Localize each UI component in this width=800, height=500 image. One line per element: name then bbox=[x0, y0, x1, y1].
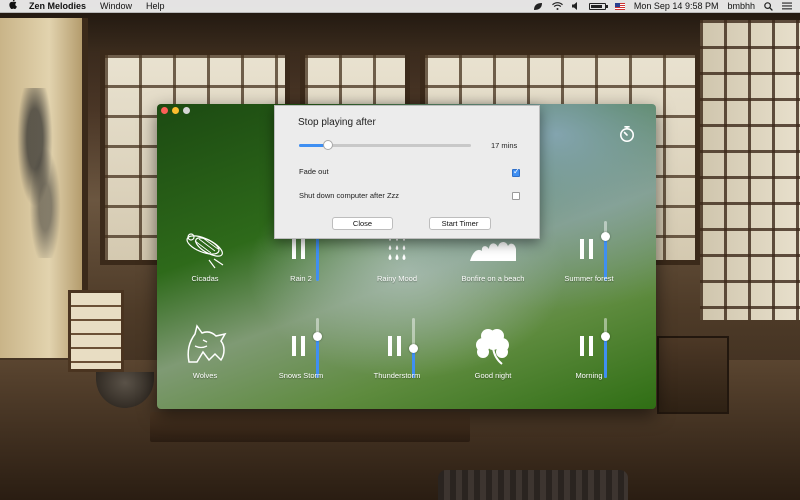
sound-tile-cicadas[interactable]: Cicadas bbox=[157, 221, 253, 299]
wallpaper-table bbox=[150, 412, 470, 442]
timer-duration-slider[interactable] bbox=[299, 140, 471, 150]
pause-icon[interactable] bbox=[388, 336, 402, 356]
clover-icon bbox=[476, 329, 509, 365]
volume-slider[interactable] bbox=[601, 221, 610, 281]
sound-label: Bonfire on a beach bbox=[461, 274, 525, 283]
window-controls bbox=[161, 107, 190, 114]
notification-center-icon[interactable] bbox=[782, 2, 792, 10]
sound-tile-snows-storm[interactable]: Snows Storm bbox=[253, 318, 349, 396]
pause-icon[interactable] bbox=[580, 336, 594, 356]
zoom-window-button[interactable] bbox=[183, 107, 190, 114]
us-flag-input-icon[interactable] bbox=[614, 2, 625, 10]
sound-label: Snows Storm bbox=[278, 371, 324, 380]
fade-out-checkbox[interactable] bbox=[512, 167, 520, 177]
sound-tile-thunderstorm[interactable]: Thunderstorm bbox=[349, 318, 445, 396]
sound-label: Rain 2 bbox=[290, 274, 312, 283]
minimize-window-button[interactable] bbox=[172, 107, 179, 114]
start-timer-button[interactable]: Start Timer bbox=[429, 217, 491, 230]
menu-user[interactable]: bmbhh bbox=[727, 0, 755, 13]
menu-bar: Zen Melodies Window Help Mon Sep 14 9:58… bbox=[0, 0, 800, 13]
battery-icon[interactable] bbox=[588, 2, 608, 10]
apple-menu-icon[interactable] bbox=[9, 0, 21, 13]
popover-title: Stop playing after bbox=[298, 117, 376, 128]
pause-icon[interactable] bbox=[292, 336, 306, 356]
wolf-icon bbox=[187, 324, 227, 363]
sound-tile-good-night[interactable]: Good night bbox=[445, 318, 541, 396]
menu-clock[interactable]: Mon Sep 14 9:58 PM bbox=[634, 0, 719, 13]
volume-icon[interactable] bbox=[571, 2, 580, 10]
volume-slider[interactable] bbox=[601, 318, 610, 378]
wallpaper-lantern bbox=[68, 290, 124, 372]
sound-tile-morning[interactable]: Morning bbox=[541, 318, 637, 396]
spotlight-icon[interactable] bbox=[764, 1, 773, 11]
close-button[interactable]: Close bbox=[332, 217, 393, 230]
wallpaper-cushion bbox=[438, 470, 628, 500]
volume-slider[interactable] bbox=[313, 318, 322, 378]
wifi-icon[interactable] bbox=[551, 2, 563, 10]
sound-label: Morning bbox=[575, 371, 603, 380]
sound-label: Good night bbox=[474, 371, 512, 380]
pause-icon[interactable] bbox=[292, 239, 306, 259]
sound-tile-summer-forest[interactable]: Summer forest bbox=[541, 221, 637, 299]
sound-label: Cicadas bbox=[191, 274, 219, 283]
shutdown-label: Shut down computer after Zzz bbox=[299, 191, 400, 200]
sound-label: Summer forest bbox=[564, 274, 614, 283]
shutdown-checkbox[interactable] bbox=[512, 192, 520, 200]
timer-icon[interactable] bbox=[618, 125, 636, 143]
volume-slider[interactable] bbox=[409, 318, 418, 378]
sound-tile-wolves[interactable]: Wolves bbox=[157, 318, 253, 396]
sound-label: Rainy Mood bbox=[376, 274, 418, 283]
menu-window[interactable]: Window bbox=[100, 0, 132, 13]
menu-bar-status-area: Mon Sep 14 9:58 PM bmbhh bbox=[524, 0, 800, 13]
leaf-icon[interactable] bbox=[533, 2, 543, 11]
timer-popover: Stop playing after 17 mins Fade out Shut… bbox=[274, 105, 540, 239]
sound-label: Thunderstorm bbox=[373, 371, 421, 380]
pause-icon[interactable] bbox=[580, 239, 594, 259]
sound-label: Wolves bbox=[192, 371, 218, 380]
cicada-icon bbox=[186, 233, 224, 269]
wallpaper-shoji-panel bbox=[700, 20, 800, 320]
close-window-button[interactable] bbox=[161, 107, 168, 114]
fade-out-label: Fade out bbox=[299, 167, 329, 176]
menu-app-name[interactable]: Zen Melodies bbox=[29, 0, 86, 13]
menu-help[interactable]: Help bbox=[146, 0, 165, 13]
timer-minutes-value: 17 mins bbox=[491, 141, 518, 150]
wallpaper-cabinet bbox=[657, 336, 729, 414]
